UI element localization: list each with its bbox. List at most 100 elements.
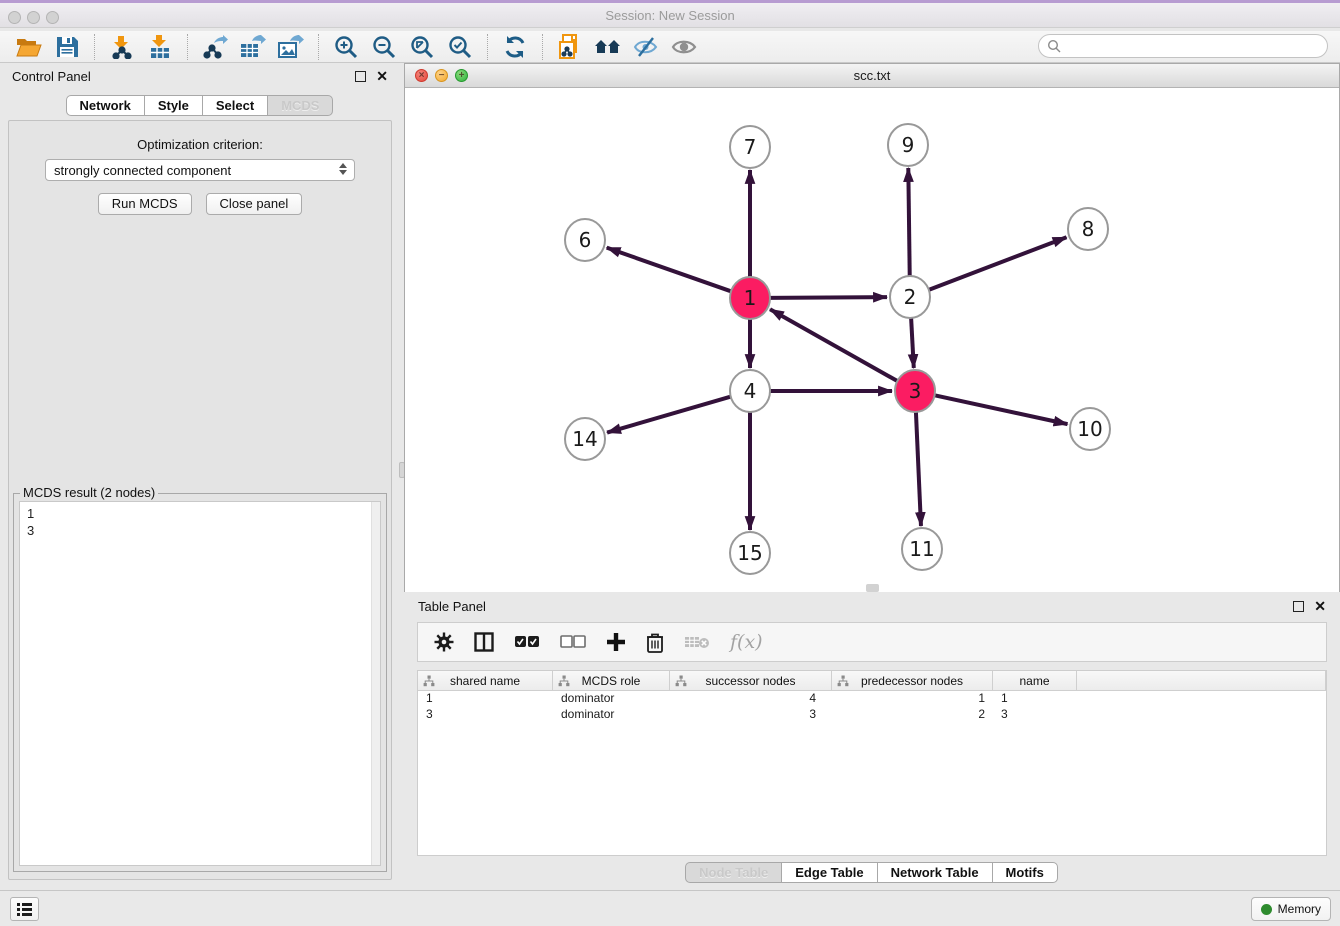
table-cell[interactable]: dominator: [553, 691, 670, 707]
graph-node-10[interactable]: 10: [1070, 408, 1110, 450]
table-cell[interactable]: 1: [993, 691, 1077, 707]
column-header-name[interactable]: name: [993, 671, 1077, 690]
refresh-layout-icon[interactable]: [500, 33, 530, 61]
graph-node-label: 11: [909, 537, 934, 561]
graph-edge-2-8[interactable]: [928, 237, 1067, 290]
column-header-shared-name[interactable]: shared name: [418, 671, 553, 690]
session-title: Session: New Session: [0, 3, 1340, 29]
search-field[interactable]: [1038, 34, 1328, 58]
graph-edge-3-1[interactable]: [770, 309, 898, 381]
add-column-icon[interactable]: [606, 632, 626, 652]
table-cell[interactable]: 3: [993, 707, 1077, 723]
graph-node-11[interactable]: 11: [902, 528, 942, 570]
graph-edge-2-9[interactable]: [908, 168, 909, 278]
split-panel-icon[interactable]: [474, 632, 494, 652]
import-network-icon[interactable]: [107, 33, 137, 61]
toolbar-separator: [487, 34, 488, 60]
graph-node-14[interactable]: 14: [565, 418, 605, 460]
show-graphics-details-icon[interactable]: [669, 33, 699, 61]
table-cell[interactable]: 3: [670, 707, 832, 723]
optimization-criterion-select[interactable]: strongly connected component: [45, 159, 355, 181]
task-history-button[interactable]: [10, 897, 39, 921]
select-all-icon[interactable]: [514, 635, 540, 649]
network-canvas[interactable]: 1 2 3 4 6 7 8 9 10 11 14 15: [405, 89, 1339, 592]
table-settings-gear-icon[interactable]: [434, 632, 454, 652]
result-scrollbar[interactable]: [371, 502, 380, 865]
column-header-successor-nodes[interactable]: successor nodes: [670, 671, 832, 690]
search-input[interactable]: [1061, 39, 1301, 53]
first-neighbors-icon[interactable]: [593, 33, 623, 61]
table-row[interactable]: 3dominator323: [418, 707, 1326, 723]
control-panel-title: Control Panel: [12, 69, 355, 84]
zoom-fit-icon[interactable]: [407, 33, 437, 61]
new-network-from-selection-icon[interactable]: [555, 33, 585, 61]
table-cell[interactable]: 1: [832, 691, 993, 707]
graph-edge-2-3[interactable]: [911, 316, 914, 368]
graph-node-15[interactable]: 15: [730, 532, 770, 574]
tab-style[interactable]: Style: [144, 95, 203, 116]
tab-node-table[interactable]: Node Table: [685, 862, 782, 883]
float-table-panel-icon[interactable]: [1293, 601, 1304, 612]
tab-network[interactable]: Network: [66, 95, 145, 116]
tab-motifs[interactable]: Motifs: [992, 862, 1058, 883]
export-image-icon[interactable]: [276, 33, 306, 61]
close-panel-button[interactable]: Close panel: [206, 193, 303, 215]
toolbar-separator: [94, 34, 95, 60]
table-cell[interactable]: 4: [670, 691, 832, 707]
tab-network-table[interactable]: Network Table: [877, 862, 993, 883]
graph-node-1[interactable]: 1: [730, 277, 770, 319]
window-close-icon[interactable]: [8, 11, 21, 24]
mcds-result-text[interactable]: 1 3: [19, 501, 381, 866]
close-panel-icon[interactable]: ✕: [376, 71, 388, 82]
save-session-icon[interactable]: [52, 33, 82, 61]
run-mcds-button[interactable]: Run MCDS: [98, 193, 192, 215]
close-table-panel-icon[interactable]: ✕: [1314, 601, 1326, 612]
column-header-mcds-role[interactable]: MCDS role: [553, 671, 670, 690]
table-row[interactable]: 1dominator411: [418, 691, 1326, 707]
export-table-icon[interactable]: [238, 33, 268, 61]
network-resize-grip[interactable]: [866, 584, 879, 592]
graph-node-9[interactable]: 9: [888, 124, 928, 166]
graph-node-2[interactable]: 2: [890, 276, 930, 318]
network-minimize-icon[interactable]: −: [435, 69, 448, 82]
tab-mcds[interactable]: MCDS: [267, 95, 333, 116]
graph-edge-1-6[interactable]: [607, 248, 732, 292]
float-panel-icon[interactable]: [355, 71, 366, 82]
graph-node-7[interactable]: 7: [730, 126, 770, 168]
import-table-icon[interactable]: [145, 33, 175, 61]
search-icon: [1047, 39, 1061, 53]
tab-edge-table[interactable]: Edge Table: [781, 862, 877, 883]
memory-button[interactable]: Memory: [1251, 897, 1331, 921]
zoom-selected-icon[interactable]: [445, 33, 475, 61]
graph-edge-3-11[interactable]: [916, 410, 921, 526]
graph-node-label: 1: [744, 286, 757, 310]
graph-edge-4-14[interactable]: [607, 396, 732, 432]
window-minimize-icon[interactable]: [27, 11, 40, 24]
network-close-icon[interactable]: ×: [415, 69, 428, 82]
graph-node-3[interactable]: 3: [895, 370, 935, 412]
node-table: shared name MCDS role successor nodes pr…: [417, 670, 1327, 856]
table-cell[interactable]: dominator: [553, 707, 670, 723]
deselect-all-icon[interactable]: [560, 635, 586, 649]
table-cell[interactable]: 2: [832, 707, 993, 723]
export-network-icon[interactable]: [200, 33, 230, 61]
delete-column-icon[interactable]: [646, 632, 664, 653]
graph-node-4[interactable]: 4: [730, 370, 770, 412]
graph-node-6[interactable]: 6: [565, 219, 605, 261]
table-cell[interactable]: 1: [418, 691, 553, 707]
graph-edge-3-10[interactable]: [934, 395, 1068, 424]
tab-select[interactable]: Select: [202, 95, 268, 116]
window-zoom-icon[interactable]: [46, 11, 59, 24]
column-header-predecessor-nodes[interactable]: predecessor nodes: [832, 671, 993, 690]
hide-graphics-details-icon[interactable]: [631, 33, 661, 61]
graph-node-8[interactable]: 8: [1068, 208, 1108, 250]
table-panel-title: Table Panel: [418, 599, 1293, 614]
zoom-out-icon[interactable]: [369, 33, 399, 61]
network-title: scc.txt: [405, 64, 1339, 87]
table-cell[interactable]: 3: [418, 707, 553, 723]
graph-edge-1-2[interactable]: [769, 297, 887, 298]
open-session-icon[interactable]: [14, 33, 44, 61]
zoom-in-icon[interactable]: [331, 33, 361, 61]
network-maximize-icon[interactable]: +: [455, 69, 468, 82]
network-window-titlebar[interactable]: × − + scc.txt: [405, 64, 1339, 88]
